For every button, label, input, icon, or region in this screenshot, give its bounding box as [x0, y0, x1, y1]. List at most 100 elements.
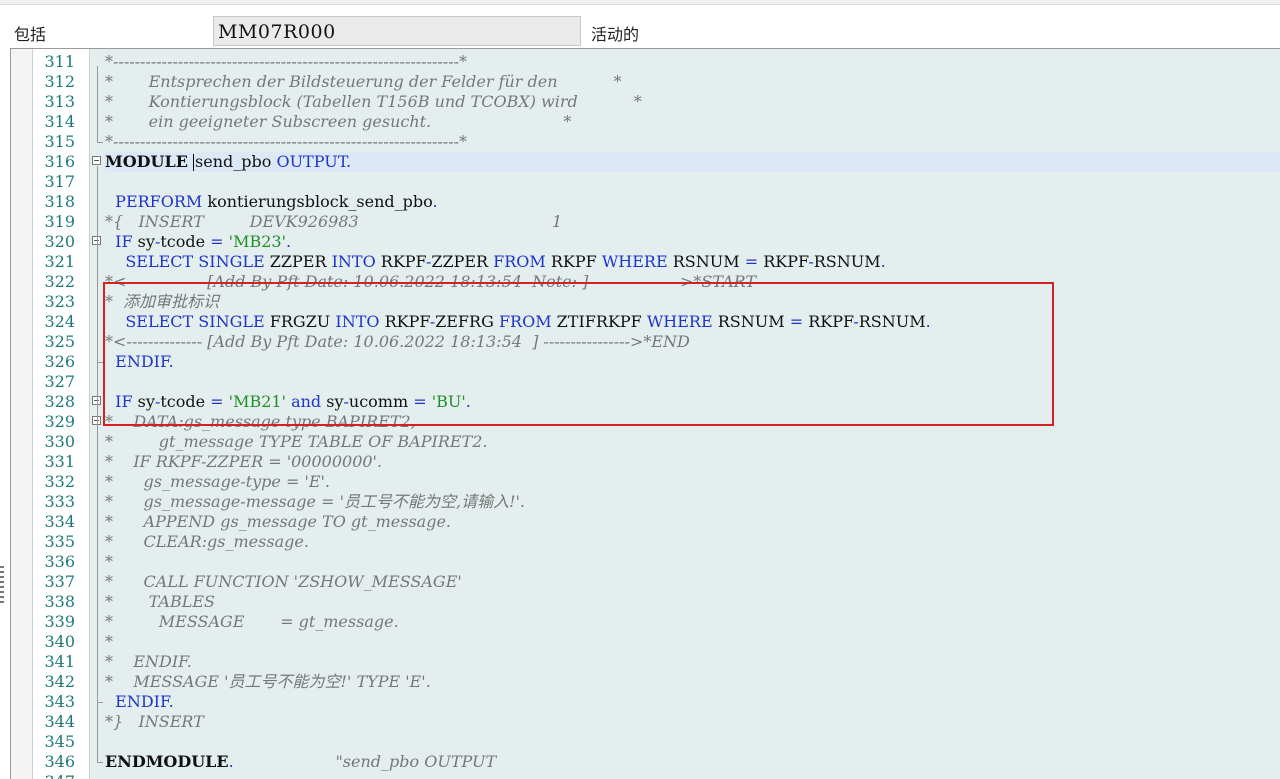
code-line[interactable]: 344 *} INSERT: [11, 712, 1280, 732]
code-text: * MESSAGE = gt_message.: [105, 612, 399, 631]
line-number: 320: [44, 232, 75, 251]
code-line[interactable]: 312 * Entsprechen der Bildsteuerung der F…: [11, 72, 1280, 92]
line-number: 324: [44, 312, 75, 331]
line-number: 316: [44, 152, 75, 171]
code-text: *---------------------------------------…: [105, 52, 467, 71]
fold-guide-end: [97, 142, 103, 143]
code-line[interactable]: 323 * 添加审批标识: [11, 292, 1280, 312]
line-number: 339: [44, 612, 75, 631]
line-number: 314: [44, 112, 75, 131]
code-text: * gt_message TYPE TABLE OF BAPIRET2.: [105, 432, 488, 451]
code-line[interactable]: 321 SELECT SINGLE ZZPER INTO RKPF-ZZPER …: [11, 252, 1280, 272]
line-number: 327: [44, 372, 75, 391]
line-number: 315: [44, 132, 75, 151]
line-number: 332: [44, 472, 75, 491]
code-text: * TABLES: [105, 592, 215, 611]
code-text: * 添加审批标识: [105, 292, 220, 311]
code-line[interactable]: 341 * ENDIF.: [11, 652, 1280, 672]
code-line[interactable]: 318 PERFORM kontierungsblock_send_pbo.: [11, 192, 1280, 212]
code-text: *{ INSERT DEVK926983 1: [105, 212, 563, 231]
code-line[interactable]: 317: [11, 172, 1280, 192]
code-line[interactable]: 322 *<-------------- [Add By Pft Date: 10…: [11, 272, 1280, 292]
code-text: MODULE send_pbo OUTPUT.: [105, 152, 1280, 172]
line-number: 334: [44, 512, 75, 531]
code-line[interactable]: 331 * IF RKPF-ZZPER = '00000000'.: [11, 452, 1280, 472]
program-header: 包括 MM07R000 活动的: [0, 5, 1280, 48]
code-text: * CALL FUNCTION 'ZSHOW_MESSAGE': [105, 572, 462, 591]
line-number: 342: [44, 672, 75, 691]
line-number: 338: [44, 592, 75, 611]
code-line[interactable]: 336 *: [11, 552, 1280, 572]
splitter-handle[interactable]: [0, 566, 4, 606]
code-text: * CLEAR:gs_message.: [105, 532, 309, 551]
code-text: * Entsprechen der Bildsteuerung der Feld…: [105, 72, 622, 91]
code-text: * gs_message-message = '员工号不能为空,请输入!'.: [105, 492, 525, 511]
code-line[interactable]: 338 * TABLES: [11, 592, 1280, 612]
code-line[interactable]: 330 * gt_message TYPE TABLE OF BAPIRET2.: [11, 432, 1280, 452]
code-line[interactable]: 320 IF sy-tcode = 'MB23'.: [11, 232, 1280, 252]
code-text: * Kontierungsblock (Tabellen T156B und T…: [105, 92, 642, 111]
line-number: 317: [44, 172, 75, 191]
code-text: IF sy-tcode = 'MB23'.: [115, 232, 292, 251]
code-text: * APPEND gs_message TO gt_message.: [105, 512, 451, 531]
code-line[interactable]: 343 ENDIF.: [11, 692, 1280, 712]
code-text: *: [105, 632, 113, 651]
code-line[interactable]: 334 * APPEND gs_message TO gt_message.: [11, 512, 1280, 532]
code-text: *---------------------------------------…: [105, 132, 467, 151]
code-line[interactable]: 327: [11, 372, 1280, 392]
fold-guide-end: [97, 762, 103, 763]
code-line[interactable]: 340 *: [11, 632, 1280, 652]
code-text: ENDIF.: [115, 352, 174, 371]
code-line[interactable]: 332 * gs_message-type = 'E'.: [11, 472, 1280, 492]
include-label: 包括: [14, 25, 47, 44]
program-name-field[interactable]: MM07R000: [213, 16, 581, 46]
code-line[interactable]: 339 * MESSAGE = gt_message.: [11, 612, 1280, 632]
code-line[interactable]: 328 IF sy-tcode = 'MB21' and sy-ucomm = …: [11, 392, 1280, 412]
line-number: 344: [44, 712, 75, 731]
line-number: 330: [44, 432, 75, 451]
line-number: 341: [44, 652, 75, 671]
code-line[interactable]: 342 * MESSAGE '员工号不能为空!' TYPE 'E'.: [11, 672, 1280, 692]
code-line[interactable]: 326 ENDIF.: [11, 352, 1280, 372]
line-number: 335: [44, 532, 75, 551]
code-line[interactable]: 315 *------------------------------------…: [11, 132, 1280, 152]
code-line[interactable]: 313 * Kontierungsblock (Tabellen T156B un…: [11, 92, 1280, 112]
code-text: *<-------------- [Add By Pft Date: 10.06…: [105, 332, 690, 351]
code-text: * ENDIF.: [105, 652, 192, 671]
code-text: IF sy-tcode = 'MB21' and sy-ucomm = 'BU'…: [115, 392, 471, 411]
code-line[interactable]: 314 * ein geeigneter Subscreen gesucht. *: [11, 112, 1280, 132]
line-number: 311: [44, 52, 75, 71]
fold-toggle-icon[interactable]: [92, 156, 101, 165]
code-text: *<-------------- [Add By Pft Date: 10.06…: [105, 272, 757, 291]
code-line[interactable]: 319 *{ INSERT DEVK926983 1: [11, 212, 1280, 232]
line-number: 326: [44, 352, 75, 371]
fold-guide: [97, 246, 98, 362]
code-line[interactable]: 311 *------------------------------------…: [11, 52, 1280, 72]
line-number: 333: [44, 492, 75, 511]
line-number: 331: [44, 452, 75, 471]
code-line[interactable]: 316 MODULE send_pbo OUTPUT.: [11, 152, 1280, 172]
code-line[interactable]: 346 ENDMODULE. "send_pbo OUTPUT: [11, 752, 1280, 772]
code-text: * DATA:gs_message type BAPIRET2,: [105, 412, 416, 431]
code-line[interactable]: 329 * DATA:gs_message type BAPIRET2,: [11, 412, 1280, 432]
code-line[interactable]: 325 *<-------------- [Add By Pft Date: 10…: [11, 332, 1280, 352]
code-line[interactable]: 324 SELECT SINGLE FRGZU INTO RKPF-ZEFRG …: [11, 312, 1280, 332]
line-number: 337: [44, 572, 75, 591]
code-text: *} INSERT: [105, 712, 204, 731]
code-text: * ein geeigneter Subscreen gesucht. *: [105, 112, 572, 131]
code-line[interactable]: 337 * CALL FUNCTION 'ZSHOW_MESSAGE': [11, 572, 1280, 592]
line-number: 313: [44, 92, 75, 111]
line-number: 325: [44, 332, 75, 351]
code-line[interactable]: 335 * CLEAR:gs_message.: [11, 532, 1280, 552]
code-line[interactable]: 345: [11, 732, 1280, 752]
line-number: 321: [44, 252, 75, 271]
abap-code-editor[interactable]: 311 *------------------------------------…: [10, 48, 1280, 779]
code-text: *: [105, 552, 113, 571]
line-number: 343: [44, 692, 75, 711]
code-line[interactable]: 333 * gs_message-message = '员工号不能为空,请输入!'…: [11, 492, 1280, 512]
fold-guide: [97, 406, 98, 702]
code-text: * gs_message-type = 'E'.: [105, 472, 331, 491]
